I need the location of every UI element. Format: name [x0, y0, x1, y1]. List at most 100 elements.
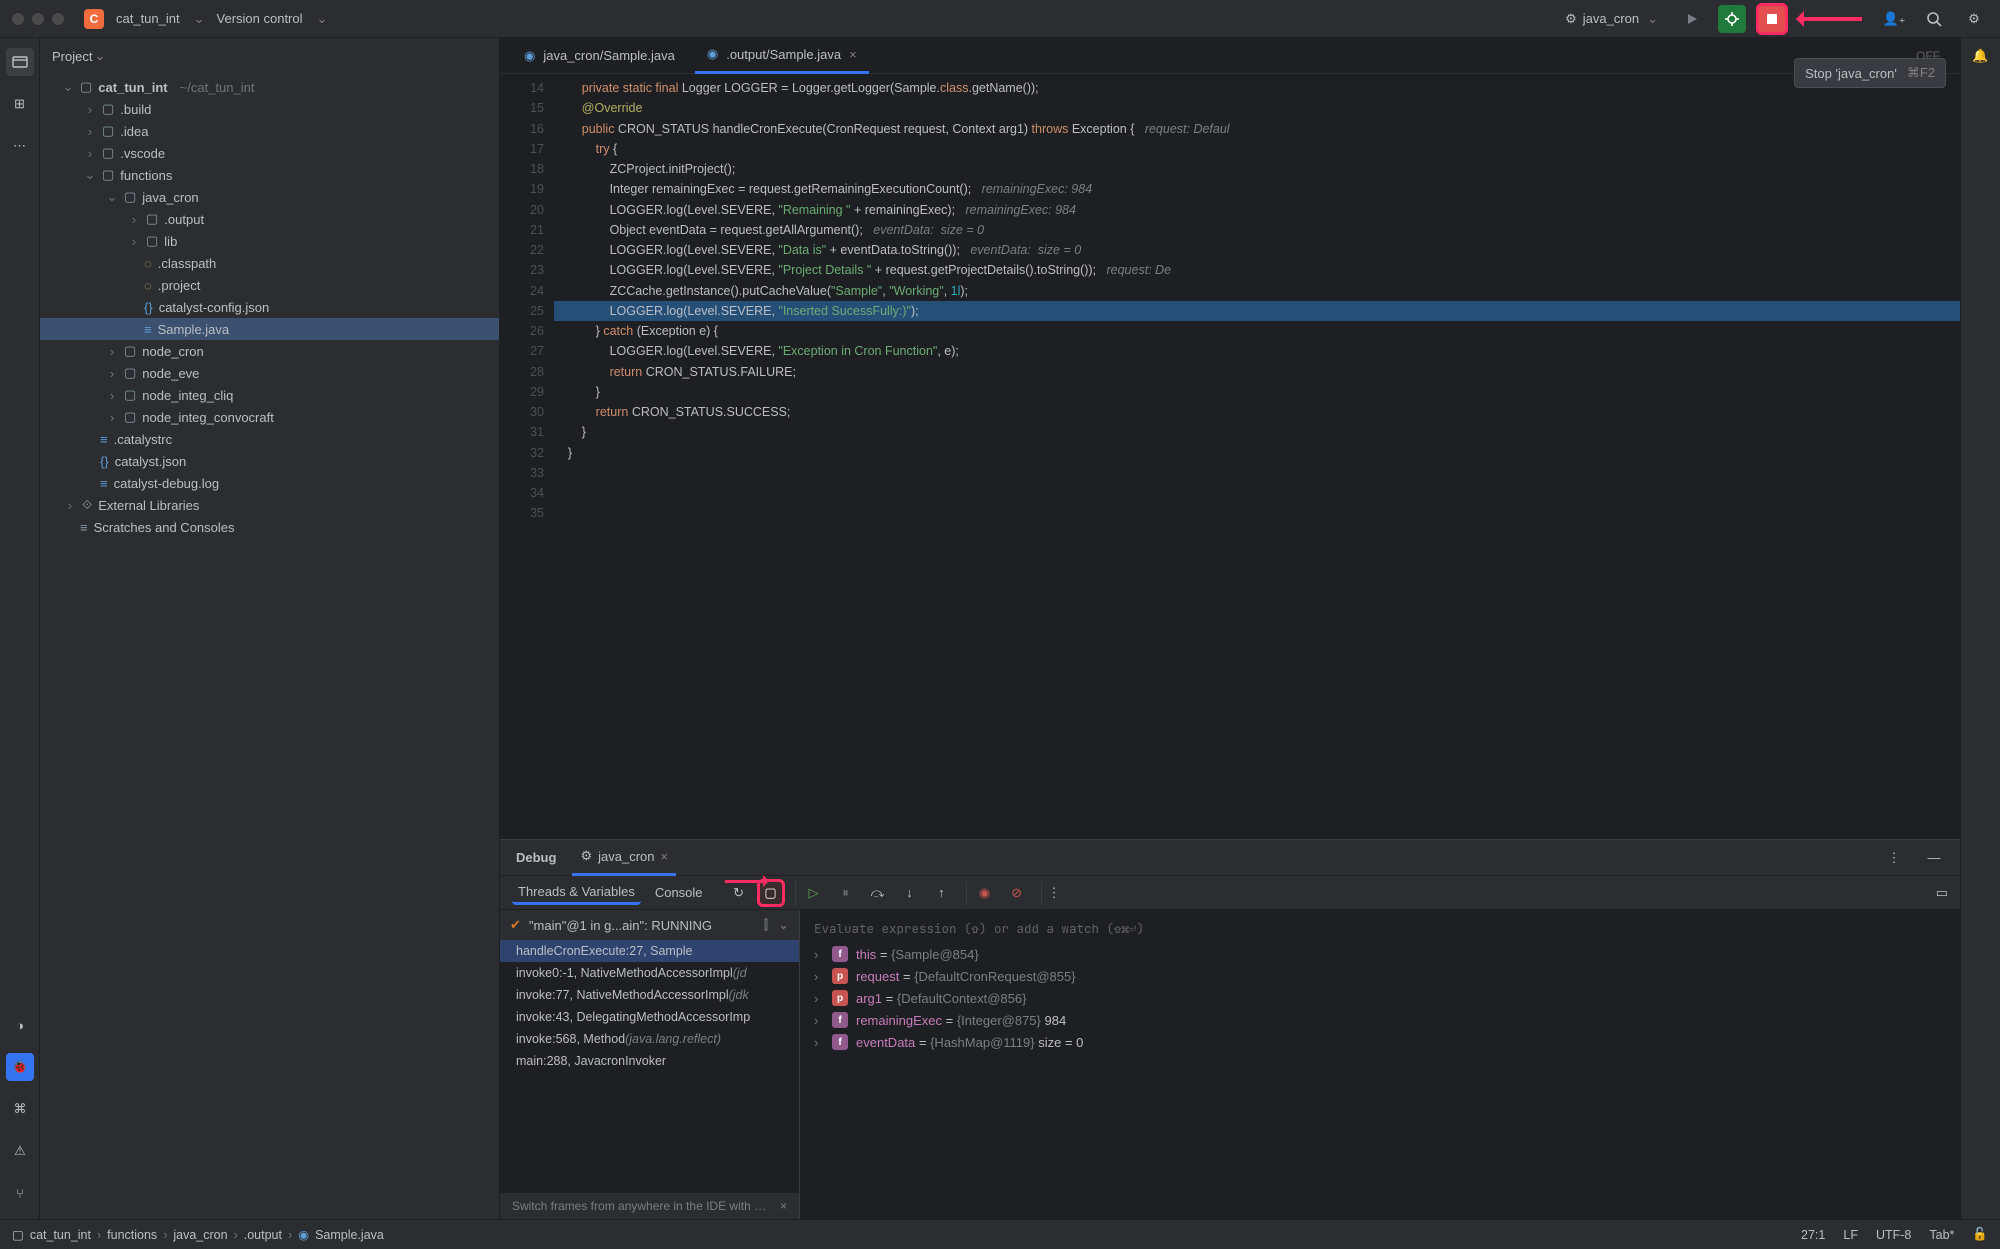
hint-text: Switch frames from anywhere in the IDE w… — [512, 1199, 766, 1213]
tree-folder-idea[interactable]: ›▢.idea — [40, 120, 499, 142]
terminal-icon[interactable]: ⌘ — [6, 1095, 34, 1123]
tab-sample-src[interactable]: ◉java_cron/Sample.java — [512, 38, 687, 74]
git-icon[interactable]: ⑂ — [6, 1179, 34, 1207]
tree-file-catalyst-json[interactable]: {}catalyst.json — [40, 450, 499, 472]
crumb[interactable]: functions — [107, 1228, 157, 1242]
tree-folder-node-eve[interactable]: ›▢node_eve — [40, 362, 499, 384]
variable-row[interactable]: ›fremainingExec = {Integer@875} 984 — [800, 1009, 1960, 1031]
tree-file-catalystrc[interactable]: ≡.catalystrc — [40, 428, 499, 450]
code-body[interactable]: private static final Logger LOGGER = Log… — [554, 74, 1960, 839]
chevron-down-icon[interactable]: ⌄ — [317, 11, 328, 27]
project-name[interactable]: cat_tun_int — [116, 11, 180, 26]
tree-file-sample-java[interactable]: ≡Sample.java — [40, 318, 499, 340]
debug-session-tab[interactable]: ⚙ java_cron × — [572, 840, 676, 876]
run-button[interactable] — [1678, 5, 1706, 33]
evaluate-expression-input[interactable]: Evaluate expression (⇧) or add a watch (… — [800, 914, 1960, 943]
code-with-me-icon[interactable]: 👤₊ — [1880, 5, 1908, 33]
more-tool-icon[interactable]: ⋯ — [6, 132, 34, 160]
debug-minimize-icon[interactable]: — — [1920, 844, 1948, 872]
tree-folder-node-integ-convocraft[interactable]: ›▢node_integ_convocraft — [40, 406, 499, 428]
code-editor[interactable]: 1415161718192021222324252627282930313233… — [500, 74, 1960, 839]
settings-icon[interactable]: ⚙ — [1960, 5, 1988, 33]
step-out-icon[interactable]: ↑ — [930, 881, 954, 905]
zoom-window-dot[interactable] — [52, 13, 64, 25]
tree-scratches[interactable]: ≡Scratches and Consoles — [40, 516, 499, 538]
search-icon[interactable] — [1920, 5, 1948, 33]
minimize-window-dot[interactable] — [32, 13, 44, 25]
frame-row[interactable]: handleCronExecute:27, Sample — [500, 940, 799, 962]
chevron-down-icon[interactable]: ⌄ — [194, 11, 205, 27]
debug-button[interactable] — [1718, 5, 1746, 33]
step-over-icon[interactable]: ⤼ — [866, 881, 890, 905]
tree-folder-functions[interactable]: ⌄▢functions — [40, 164, 499, 186]
tree-folder-lib[interactable]: ›▢lib — [40, 230, 499, 252]
variable-row[interactable]: ›fthis = {Sample@854} — [800, 943, 1960, 965]
frame-row[interactable]: invoke:568, Method (java.lang.reflect) — [500, 1028, 799, 1050]
console-tab[interactable]: Console — [649, 881, 709, 905]
variable-row[interactable]: ›feventData = {HashMap@1119} size = 0 — [800, 1031, 1960, 1053]
readonly-lock-icon[interactable]: 🔓 — [1972, 1227, 1988, 1242]
pause-icon[interactable]: ⏸ — [834, 881, 858, 905]
stop-button[interactable] — [1758, 5, 1786, 33]
crumb[interactable]: java_cron — [173, 1228, 227, 1242]
tree-folder-node-cron[interactable]: ›▢node_cron — [40, 340, 499, 362]
tree-folder-build[interactable]: ›▢.build — [40, 98, 499, 120]
services-icon[interactable]: ◑ — [6, 1011, 34, 1039]
notifications-icon[interactable]: 🔔 — [1972, 48, 1988, 64]
thread-selector[interactable]: ✔ "main"@1 in g...ain": RUNNING ⫿ ⌄ — [500, 910, 799, 940]
rerun-icon[interactable]: ↻ — [727, 881, 751, 905]
frames-list[interactable]: handleCronExecute:27, Sampleinvoke0:-1, … — [500, 940, 799, 1193]
structure-tool-icon[interactable]: ⊞ — [6, 90, 34, 118]
frame-row[interactable]: invoke:77, NativeMethodAccessorImpl (jdk — [500, 984, 799, 1006]
close-icon[interactable]: × — [660, 849, 668, 864]
close-window-dot[interactable] — [12, 13, 24, 25]
close-hint-icon[interactable]: × — [780, 1199, 787, 1213]
variables-panel[interactable]: Evaluate expression (⇧) or add a watch (… — [800, 910, 1960, 1219]
breadcrumbs[interactable]: ▢cat_tun_int› functions› java_cron› .out… — [12, 1227, 384, 1242]
variable-row[interactable]: ›parg1 = {DefaultContext@856} — [800, 987, 1960, 1009]
tree-file-catalyst-debug-log[interactable]: ≡catalyst-debug.log — [40, 472, 499, 494]
project-tool-icon[interactable] — [6, 48, 34, 76]
filter-icon[interactable]: ⫿ — [764, 917, 768, 933]
tree-external-libraries[interactable]: ›⟐External Libraries — [40, 494, 499, 516]
chevron-down-icon[interactable]: ⌄ — [778, 917, 789, 933]
caret-position[interactable]: 27:1 — [1801, 1228, 1825, 1242]
tab-sample-output[interactable]: ◉.output/Sample.java× — [695, 38, 869, 74]
tree-folder-node-integ-cliq[interactable]: ›▢node_integ_cliq — [40, 384, 499, 406]
tree-file-project[interactable]: ◌.project — [40, 274, 499, 296]
debug-tab[interactable]: Debug — [512, 840, 560, 876]
layout-icon[interactable]: ▭ — [1936, 885, 1948, 901]
vcs-menu[interactable]: Version control — [217, 11, 303, 26]
tree-file-catalyst-config[interactable]: {}catalyst-config.json — [40, 296, 499, 318]
mute-breakpoints-icon[interactable]: ⊘ — [1005, 881, 1029, 905]
problems-icon[interactable]: ⚠ — [6, 1137, 34, 1165]
resume-icon[interactable]: ▷ — [802, 881, 826, 905]
tree-folder-output[interactable]: ›▢.output — [40, 208, 499, 230]
view-breakpoints-icon[interactable]: ◉ — [973, 881, 997, 905]
tree-file-classpath[interactable]: ◌.classpath — [40, 252, 499, 274]
project-badge: C — [84, 9, 104, 29]
file-encoding[interactable]: UTF-8 — [1876, 1228, 1911, 1242]
step-into-icon[interactable]: ↓ — [898, 881, 922, 905]
crumb[interactable]: .output — [244, 1228, 282, 1242]
tree-folder-vscode[interactable]: ›▢.vscode — [40, 142, 499, 164]
tree-label: Sample.java — [158, 322, 230, 337]
debug-more-icon[interactable]: ⋮ — [1880, 844, 1908, 872]
tree-root[interactable]: ⌄▢cat_tun_int~/cat_tun_int — [40, 76, 499, 98]
run-config-selector[interactable]: ⚙ java_cron ⌄ — [1557, 7, 1666, 31]
project-tree[interactable]: ⌄▢cat_tun_int~/cat_tun_int ›▢.build ›▢.i… — [40, 74, 499, 1219]
frame-row[interactable]: main:288, JavacronInvoker — [500, 1050, 799, 1072]
threads-tab[interactable]: Threads & Variables — [512, 881, 641, 905]
frame-row[interactable]: invoke:43, DelegatingMethodAccessorImp — [500, 1006, 799, 1028]
crumb[interactable]: cat_tun_int — [30, 1228, 91, 1242]
more-debug-icon[interactable]: ⋮ — [1048, 885, 1061, 901]
tree-folder-java-cron[interactable]: ⌄▢java_cron — [40, 186, 499, 208]
variable-row[interactable]: ›prequest = {DefaultCronRequest@855} — [800, 965, 1960, 987]
frame-row[interactable]: invoke0:-1, NativeMethodAccessorImpl (jd — [500, 962, 799, 984]
close-tab-icon[interactable]: × — [849, 47, 857, 62]
line-separator[interactable]: LF — [1843, 1228, 1858, 1242]
debug-tool-icon[interactable]: 🐞 — [6, 1053, 34, 1081]
crumb[interactable]: Sample.java — [315, 1228, 384, 1242]
project-panel-header[interactable]: Project ⌄ — [40, 38, 499, 74]
indent-setting[interactable]: Tab* — [1929, 1228, 1954, 1242]
